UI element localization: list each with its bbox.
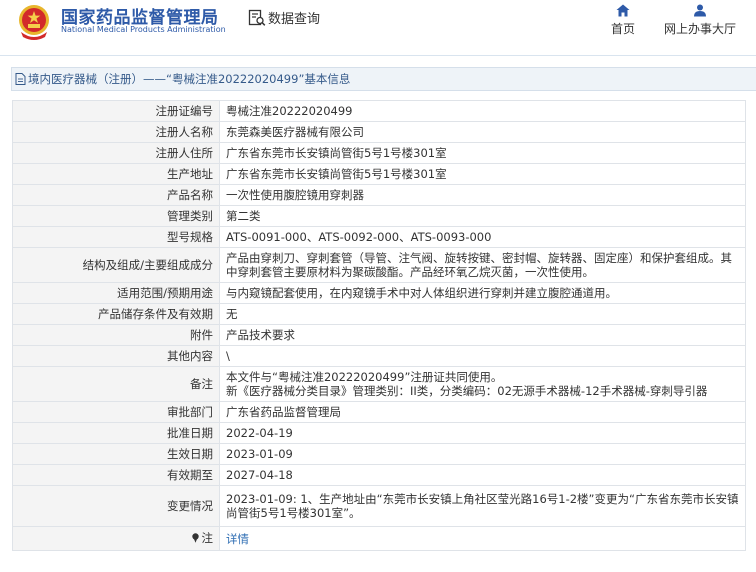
field-value: 与内窥镜配套使用，在内窥镜手术中对人体组织进行穿刺并建立腹腔通道用。: [219, 282, 746, 304]
nav-office-label: 网上办事大厅: [663, 22, 736, 36]
field-key: 型号规格: [12, 226, 220, 248]
field-key: 生效日期: [12, 443, 220, 465]
field-key: 注册人住所: [12, 142, 220, 164]
field-value: 广东省药品监督管理局: [219, 401, 746, 423]
note-key-label: 注: [201, 531, 214, 545]
table-row: 注册人住所 广东省东莞市长安镇尚管街5号1号楼301室: [12, 142, 746, 164]
field-value: 东莞森美医疗器械有限公司: [219, 121, 746, 143]
table-row: 有效期至 2027-04-18: [12, 464, 746, 486]
document-icon: [15, 73, 26, 85]
table-row: 注册证编号 粤械注准20222020499: [12, 100, 746, 122]
table-row: 注册人名称 东莞森美医疗器械有限公司: [12, 121, 746, 143]
field-key: 产品储存条件及有效期: [12, 303, 220, 325]
nav-home[interactable]: 首页: [606, 4, 640, 37]
field-key: 附件: [12, 324, 220, 346]
table-row: 生产地址 广东省东莞市长安镇尚管街5号1号楼301室: [12, 163, 746, 185]
data-search-icon: [248, 9, 266, 26]
field-value: 2022-04-19: [219, 422, 746, 444]
brand-subtitle: National Medical Products Administration: [61, 25, 226, 34]
table-row: 管理类别 第二类: [12, 205, 746, 227]
field-key: 有效期至: [12, 464, 220, 486]
field-key: 生产地址: [12, 163, 220, 185]
detail-content: 境内医疗器械（注册）——“粤械注准20222020499”基本信息 注册证编号 …: [11, 67, 756, 551]
table-row: 附件 产品技术要求: [12, 324, 746, 346]
field-value: 产品由穿刺刀、穿刺套管（导管、注气阀、旋转按键、密封帽、旋转器、固定座）和保护套…: [219, 247, 746, 283]
table-row: 生效日期 2023-01-09: [12, 443, 746, 465]
field-key: 备注: [12, 366, 220, 402]
field-value: 一次性使用腹腔镜用穿刺器: [219, 184, 746, 206]
table-row: 产品储存条件及有效期 无: [12, 303, 746, 325]
user-icon: [694, 4, 706, 17]
field-key: 注册人名称: [12, 121, 220, 143]
details-link[interactable]: 详情: [226, 532, 249, 546]
field-value: 2023-01-09: [219, 443, 746, 465]
table-row: 变更情况 2023-01-09: 1、生产地址由“东莞市长安镇上角社区莹光路16…: [12, 485, 746, 527]
national-emblem-icon: [19, 5, 49, 40]
field-value: ATS-0091-000、ATS-0092-000、ATS-0093-000: [219, 226, 746, 248]
field-key: 批准日期: [12, 422, 220, 444]
table-row: 结构及组成/主要组成成分 产品由穿刺刀、穿刺套管（导管、注气阀、旋转按键、密封帽…: [12, 247, 746, 283]
table-row: 备注 本文件与“粤械注准20222020499”注册证共同使用。 新《医疗器械分…: [12, 366, 746, 402]
nav-online-office[interactable]: 网上办事大厅: [660, 4, 740, 37]
table-row: 型号规格 ATS-0091-000、ATS-0092-000、ATS-0093-…: [12, 226, 746, 248]
pin-icon: [191, 533, 199, 543]
page-title: 境内医疗器械（注册）——“粤械注准20222020499”基本信息: [28, 72, 351, 86]
detail-table: 注册证编号 粤械注准20222020499 注册人名称 东莞森美医疗器械有限公司…: [12, 100, 746, 551]
nav-home-label: 首页: [610, 22, 635, 36]
field-value: 第二类: [219, 205, 746, 227]
field-value: 2023-01-09: 1、生产地址由“东莞市长安镇上角社区莹光路16号1-2楼…: [219, 485, 746, 527]
field-value: 产品技术要求: [219, 324, 746, 346]
table-row: 产品名称 一次性使用腹腔镜用穿刺器: [12, 184, 746, 206]
field-value: 详情: [219, 526, 746, 551]
field-value: 广东省东莞市长安镇尚管街5号1号楼301室: [219, 163, 746, 185]
breadcrumb: 境内医疗器械（注册）——“粤械注准20222020499”基本信息: [11, 67, 756, 91]
table-row: 注 详情: [12, 526, 746, 551]
remark-line-1: 本文件与“粤械注准20222020499”注册证共同使用。: [226, 370, 503, 384]
remark-line-2: 新《医疗器械分类目录》管理类别：II类，分类编码：02无源手术器械-12手术器械…: [226, 384, 708, 398]
field-key: 注册证编号: [12, 100, 220, 122]
field-key: 注: [12, 526, 220, 551]
table-row: 适用范围/预期用途 与内窥镜配套使用，在内窥镜手术中对人体组织进行穿刺并建立腹腔…: [12, 282, 746, 304]
note-key: 注: [191, 531, 214, 545]
table-row: 其他内容 \: [12, 345, 746, 367]
field-value: 粤械注准20222020499: [219, 100, 746, 122]
field-key: 结构及组成/主要组成成分: [12, 247, 220, 283]
field-value: \: [219, 345, 746, 367]
home-icon: [616, 4, 630, 17]
data-search-link[interactable]: 数据查询: [248, 8, 320, 27]
field-key: 管理类别: [12, 205, 220, 227]
field-value: 2027-04-18: [219, 464, 746, 486]
field-value: 无: [219, 303, 746, 325]
field-key: 适用范围/预期用途: [12, 282, 220, 304]
field-key: 产品名称: [12, 184, 220, 206]
field-key: 其他内容: [12, 345, 220, 367]
field-value: 本文件与“粤械注准20222020499”注册证共同使用。 新《医疗器械分类目录…: [219, 366, 746, 402]
field-key: 变更情况: [12, 485, 220, 527]
site-header: 国家药品监督管理局 National Medical Products Admi…: [0, 0, 756, 56]
table-row: 批准日期 2022-04-19: [12, 422, 746, 444]
table-row: 审批部门 广东省药品监督管理局: [12, 401, 746, 423]
field-value: 广东省东莞市长安镇尚管街5号1号楼301室: [219, 142, 746, 164]
data-search-label: 数据查询: [268, 12, 321, 27]
field-key: 审批部门: [12, 401, 220, 423]
